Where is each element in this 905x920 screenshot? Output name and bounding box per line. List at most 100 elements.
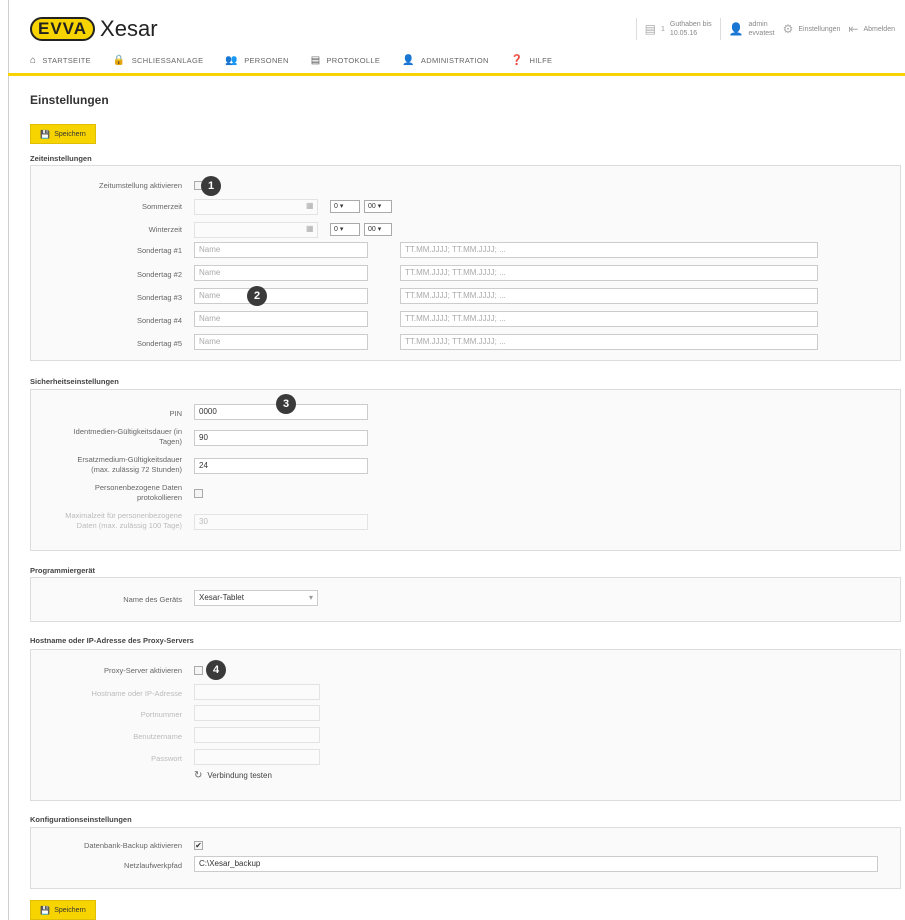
label-line: Tagen) [159,437,182,446]
label-line: Ersatzmedium-Gültigkeitsdauer [77,455,182,464]
time-change-label: Zeitumstellung aktivieren [99,181,182,190]
save-icon: 💾 [40,129,51,139]
special-day-name-input[interactable]: Name [194,311,368,327]
max-time-label: Maximalzeit für personenbezogene Daten (… [40,511,182,531]
credit-date: 10.05.16 [669,30,698,37]
log-personal-data-checkbox[interactable] [194,489,203,498]
proxy-password-label: Passwort [151,754,182,763]
select-value: 0 [334,203,338,210]
lock-icon: 🔒 [112,55,126,66]
proxy-port-label: Portnummer [140,710,182,719]
callout-badge-1: 1 [201,176,221,196]
user-menu[interactable]: 👤 admin evvatest [729,20,775,38]
people-icon: 👥 [225,55,239,66]
credit-icon: ▤ [644,22,657,36]
save-button-bottom[interactable]: 💾 Speichern [30,900,96,920]
nav-label: PROTOKOLLE [326,56,381,65]
logout-label: Abmelden [863,25,895,33]
summer-date-input[interactable] [194,199,318,215]
nav-startseite[interactable]: ⌂ STARTSEITE [30,55,91,66]
nav-protokolle[interactable]: ▤ PROTOKOLLE [311,55,380,66]
save-button-top[interactable]: 💾 Speichern [30,124,96,144]
main-nav: ⌂ STARTSEITE 🔒 SCHLIESSANLAGE 👥 PERSONEN ▤ P… [30,55,552,66]
backup-label: Datenbank-Backup aktivieren [84,841,182,850]
winter-minute-select[interactable]: 00 ▾ [364,223,392,236]
calendar-icon[interactable]: ▦ [306,224,314,233]
proxy-host-input[interactable] [194,684,320,700]
device-select[interactable]: Xesar-Tablet ▾ [194,590,318,606]
special-day-name-input[interactable]: Name [194,288,368,304]
special-day-dates-input[interactable]: TT.MM.JJJJ; TT.MM.JJJJ; ... [400,334,818,350]
device-value: Xesar-Tablet [199,593,244,602]
test-connection-label: Verbindung testen [207,771,272,780]
calendar-icon[interactable]: ▦ [306,201,314,210]
summer-hour-select[interactable]: 0 ▾ [330,200,360,213]
nav-hilfe[interactable]: ❓ HILFE [511,55,553,66]
special-day-dates-input[interactable]: TT.MM.JJJJ; TT.MM.JJJJ; ... [400,311,818,327]
proxy-host-label: Hostname oder IP-Adresse [91,689,182,698]
panel-zeit [30,165,901,361]
logout-link[interactable]: ⇤ Abmelden [848,22,895,36]
max-time-input[interactable]: 30 [194,514,368,530]
accent-line [8,73,905,76]
label-line: protokollieren [136,493,182,502]
credit-status[interactable]: ▤ 1 Guthaben bis 10.05.16 [645,20,712,38]
save-icon: 💾 [40,905,51,915]
test-connection-button[interactable]: ↻ Verbindung testen [194,770,272,781]
label-line: Identmedien-Gültigkeitsdauer (in [73,427,182,436]
section-title-security: Sicherheitseinstellungen [30,377,119,386]
save-label: Speichern [54,130,86,138]
nav-schliessanlage[interactable]: 🔒 SCHLIESSANLAGE [113,55,204,66]
section-title-programmer: Programmiergerät [30,566,96,575]
logout-icon: ⇤ [848,22,859,36]
callout-badge-4: 4 [206,660,226,680]
nav-label: PERSONEN [244,56,289,65]
network-path-input[interactable]: C:\Xesar_backup [194,856,878,872]
special-day-name-input[interactable]: Name [194,265,368,281]
proxy-user-label: Benutzername [133,732,182,741]
special-day-label: Sondertag #3 [136,293,182,302]
divider [635,18,637,40]
special-day-label: Sondertag #4 [136,316,182,325]
special-day-label: Sondertag #5 [136,339,182,348]
special-day-label: Sondertag #1 [136,246,182,255]
chevron-down-icon: ▾ [308,593,313,602]
replacement-validity-label: Ersatzmedium-Gültigkeitsdauer (max. zulä… [40,455,182,475]
special-day-label: Sondertag #2 [136,270,182,279]
proxy-password-input[interactable] [194,749,320,765]
special-day-name-input[interactable]: Name [194,334,368,350]
backup-checkbox[interactable]: ✔ [194,841,203,850]
credit-label: Guthaben bis [669,21,712,28]
user-name: admin [748,21,768,28]
top-toolbar: ▤ 1 Guthaben bis 10.05.16 👤 admin evvate… [635,18,895,40]
section-title-proxy: Hostname oder IP-Adresse des Proxy-Serve… [30,636,194,645]
proxy-user-input[interactable] [194,727,320,743]
proxy-port-input[interactable] [194,705,320,721]
special-day-dates-input[interactable]: TT.MM.JJJJ; TT.MM.JJJJ; ... [400,288,818,304]
summer-minute-select[interactable]: 00 ▾ [364,200,392,213]
section-title-config: Konfigurationseinstellungen [30,815,132,824]
label-line: Maximalzeit für personenbezogene [65,511,182,520]
winter-hour-select[interactable]: 0 ▾ [330,223,360,236]
page-title: Einstellungen [30,93,109,107]
nav-personen[interactable]: 👥 PERSONEN [225,55,288,66]
nav-label: ADMINISTRATION [420,56,489,65]
nav-label: SCHLIESSANLAGE [131,56,204,65]
help-icon: ❓ [510,55,524,66]
proxy-activate-checkbox[interactable] [194,666,203,675]
replacement-validity-input[interactable]: 24 [194,458,368,474]
special-day-dates-input[interactable]: TT.MM.JJJJ; TT.MM.JJJJ; ... [400,265,818,281]
ident-validity-input[interactable]: 90 [194,430,368,446]
brand-logo[interactable]: EVVA Xesar [30,16,158,42]
winter-date-input[interactable] [194,222,318,238]
special-day-name-input[interactable]: Name [194,242,368,258]
label-line: Personenbezogene Daten [94,483,182,492]
winter-label: Winterzeit [148,225,182,234]
label-line: (max. zulässig 72 Stunden) [91,465,182,474]
summer-label: Sommerzeit [141,202,182,211]
home-icon: ⌂ [30,55,37,66]
settings-link[interactable]: ⚙ Einstellungen [783,22,841,36]
admin-icon: 👤 [402,55,415,66]
special-day-dates-input[interactable]: TT.MM.JJJJ; TT.MM.JJJJ; ... [400,242,818,258]
nav-administration[interactable]: 👤 ADMINISTRATION [402,55,489,66]
